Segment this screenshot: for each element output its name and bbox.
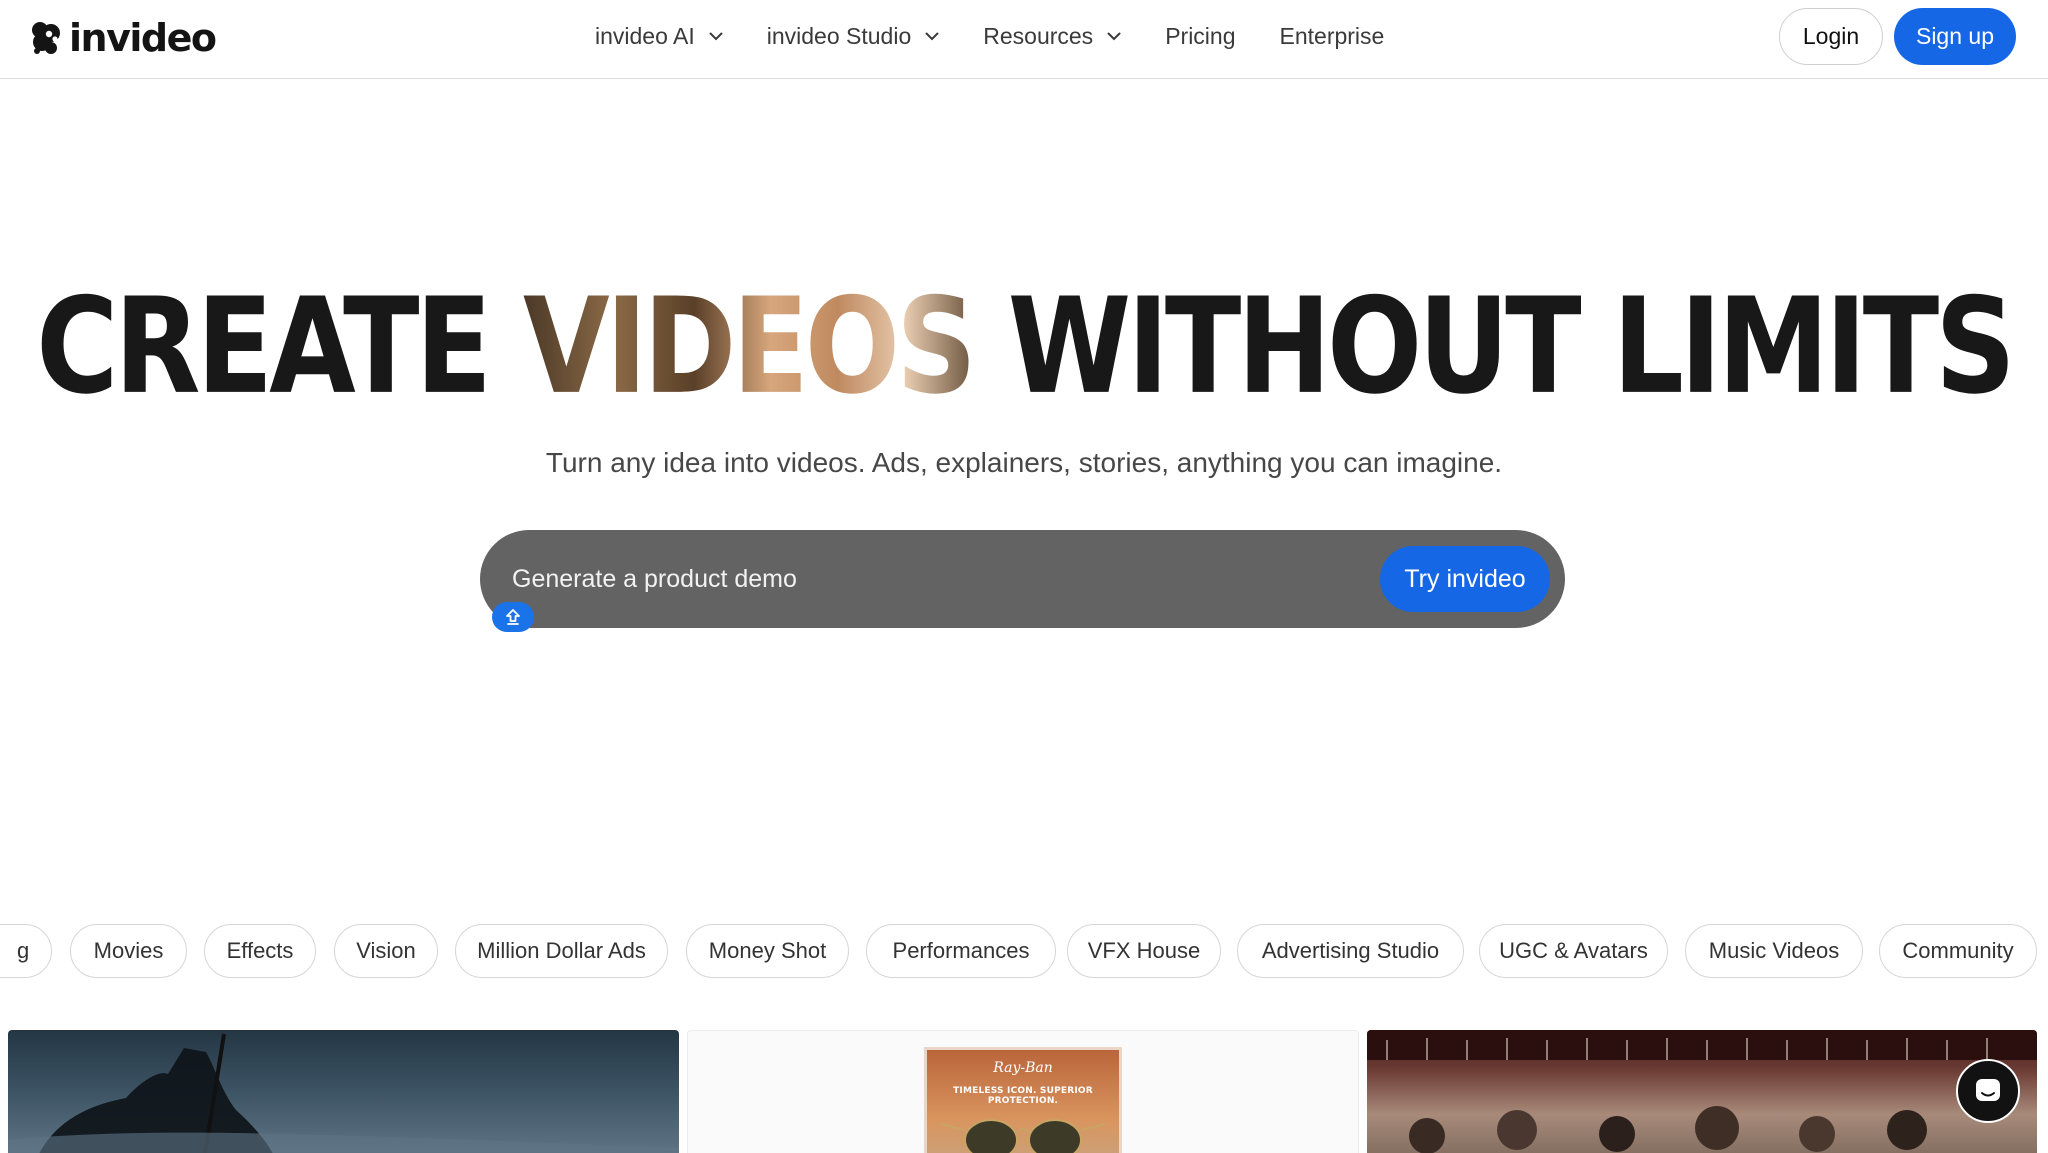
signup-button[interactable]: Sign up [1894, 8, 2016, 65]
card-thumbnail-art [8, 1033, 679, 1153]
hero-title-image-word: VIDEOS [523, 270, 977, 424]
chevron-down-icon [1107, 32, 1121, 40]
showcase-card-2[interactable]: Ray-Ban TIMELESS ICON. SUPERIOR PROTECTI… [687, 1030, 1359, 1153]
hero-title: CREATE VIDEOS WITHOUT LIMITS [0, 270, 2048, 423]
login-button[interactable]: Login [1779, 8, 1883, 65]
nav-item-label: Resources [983, 22, 1094, 49]
nav-item-label: invideo AI [595, 22, 695, 49]
chip-advertising-studio[interactable]: Advertising Studio [1237, 924, 1464, 978]
try-invideo-button[interactable]: Try invideo [1380, 546, 1550, 612]
prompt-input[interactable] [512, 560, 1312, 598]
sunglasses-icon [940, 1119, 1106, 1153]
showcase-card-3[interactable] [1367, 1030, 2037, 1153]
hero-subtitle: Turn any idea into videos. Ads, explaine… [545, 447, 1503, 478]
nav-item-pricing[interactable]: Pricing [1165, 23, 1235, 50]
chat-support-button[interactable] [1956, 1059, 2020, 1123]
poster-tagline: TIMELESS ICON. SUPERIOR PROTECTION. [953, 1086, 1093, 1106]
chip-vision[interactable]: Vision [334, 924, 438, 978]
nav-item-label: invideo Studio [766, 22, 912, 49]
chip-effects[interactable]: Effects [204, 924, 316, 978]
card-thumbnail-art [1367, 1030, 2037, 1153]
chip-vfx-house[interactable]: VFX House [1067, 924, 1221, 978]
chip-community[interactable]: Community [1879, 924, 2037, 978]
chat-icon [1976, 1079, 2000, 1101]
logo[interactable]: invideo [29, 16, 217, 60]
hero-title-before: CREATE [36, 270, 523, 424]
hero-title-after: WITHOUT LIMITS [972, 270, 2016, 424]
nav-item-label: Pricing [1165, 22, 1236, 49]
nav-item-resources[interactable]: Resources [983, 23, 1121, 50]
invideo-logo-icon [32, 22, 60, 54]
upload-badge[interactable] [492, 602, 534, 632]
chip-category[interactable]: g [0, 924, 52, 978]
poster-brand-text: Ray-Ban [993, 1060, 1053, 1076]
chip-million-dollar-ads[interactable]: Million Dollar Ads [455, 924, 668, 978]
chip-music-videos[interactable]: Music Videos [1685, 924, 1863, 978]
upload-icon [506, 609, 520, 625]
nav-item-invideo-studio[interactable]: invideo Studio [767, 23, 940, 50]
chip-money-shot[interactable]: Money Shot [686, 924, 849, 978]
prompt-bar: Try invideo [480, 530, 1565, 632]
chevron-down-icon [925, 32, 939, 40]
chip-ugc-avatars[interactable]: UGC & Avatars [1479, 924, 1668, 978]
main-nav: invideo AI invideo Studio Resources Pric… [595, 18, 1428, 54]
category-chips: g Movies Effects Vision Million Dollar A… [0, 924, 2048, 978]
product-poster-image: Ray-Ban TIMELESS ICON. SUPERIOR PROTECTI… [924, 1047, 1122, 1153]
site-header: invideo invideo AI invideo Studio Resour… [0, 0, 2048, 79]
nav-item-label: Enterprise [1279, 22, 1385, 49]
showcase-card-1[interactable] [8, 1030, 679, 1153]
chip-movies[interactable]: Movies [70, 924, 187, 978]
nav-item-enterprise[interactable]: Enterprise [1280, 23, 1385, 50]
chip-performances[interactable]: Performances [866, 924, 1056, 978]
logo-text: invideo [69, 16, 217, 60]
nav-item-invideo-ai[interactable]: invideo AI [595, 23, 723, 50]
chevron-down-icon [709, 32, 723, 40]
